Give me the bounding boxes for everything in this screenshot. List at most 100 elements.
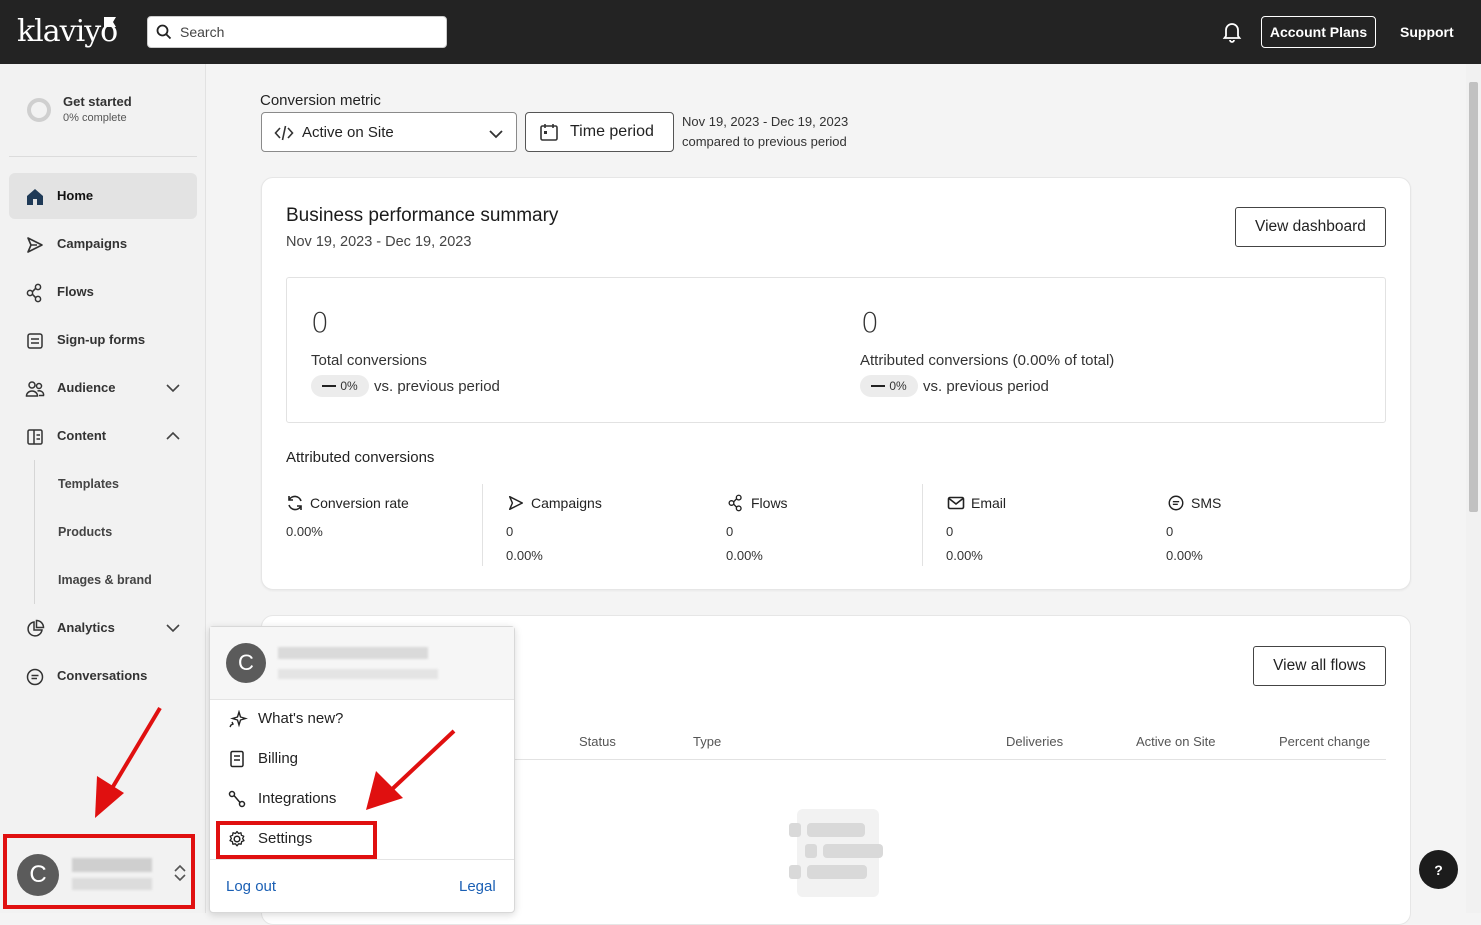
sms-percent: 0.00% [1166,548,1203,563]
account-switcher[interactable]: C [3,834,195,909]
chevron-up-icon [166,431,180,440]
sidebar-item-label: Content [57,428,107,443]
flows-icon [728,494,742,512]
change-badge: 0% [311,375,369,397]
sidebar-item-label: Analytics [57,620,115,635]
total-conversions-value: 0 [311,306,329,339]
comparison-text: vs. previous period [374,378,500,395]
redacted-user-email [278,669,438,679]
flows-percent: 0.00% [726,548,763,563]
sidebar-item-label: Sign-up forms [57,332,146,347]
support-link[interactable]: Support [1400,24,1454,40]
klaviyo-logo[interactable]: klaviyo [17,14,118,49]
menu-item-integrations[interactable]: Integrations [226,781,506,817]
sms-icon [1168,495,1184,511]
log-out-link[interactable]: Log out [226,878,276,895]
sidebar-item-label: Flows [57,284,94,299]
attributed-conversions-title: Attributed conversions [286,449,435,466]
sparkle-icon [229,710,248,728]
comparison-note: compared to previous period [682,134,847,149]
redacted-account-email [72,878,152,890]
sidebar-item-conversations[interactable]: Conversations [9,653,197,699]
email-icon [947,496,965,510]
view-all-flows-button[interactable]: View all flows [1253,646,1386,686]
empty-table-illustration-icon [789,809,883,897]
menu-item-billing[interactable]: Billing [226,741,506,777]
attributed-conversions-label: Attributed conversions (0.00% of total) [860,352,1115,369]
sms-count: 0 [1166,524,1174,539]
conversion-metric-select[interactable]: Active on Site [261,112,517,152]
column-header-type[interactable]: Type [693,734,721,749]
notifications-bell-icon[interactable] [1222,21,1242,43]
flat-dash-icon [322,385,337,387]
redacted-user-name [278,647,428,659]
sidebar-item-analytics[interactable]: Analytics [9,605,197,651]
email-count: 0 [946,524,954,539]
table-header-divider [512,759,1386,760]
submenu-guide-line [34,460,35,604]
chevron-down-icon [166,384,180,393]
chevron-updown-icon [174,864,186,882]
sidebar-subitem-templates[interactable]: Templates [58,477,119,491]
sidebar-subitem-images-brand[interactable]: Images & brand [58,573,152,587]
column-header-active-on-site[interactable]: Active on Site [1136,734,1216,749]
time-period-button[interactable]: Time period [525,112,674,152]
column-header-deliveries[interactable]: Deliveries [1006,734,1063,749]
home-icon [27,189,43,205]
total-conversions-label: Total conversions [311,352,427,369]
audience-icon [25,381,45,397]
campaigns-count: 0 [506,524,514,539]
send-icon [27,237,43,253]
sidebar-item-campaigns[interactable]: Campaigns [9,221,197,267]
card-title: Business performance summary [286,205,559,226]
sidebar-item-home[interactable]: Home [9,173,197,219]
account-menu: C What's new? Billing Integrations Setti… [209,626,515,913]
sidebar: Get started 0% complete Home Campaigns F… [0,64,206,913]
search-box[interactable] [147,16,447,48]
get-started-link[interactable]: Get started [63,94,132,109]
metric-divider [922,484,923,566]
analytics-icon [27,619,45,637]
billing-icon [230,750,244,768]
sidebar-item-label: Home [57,188,94,203]
sidebar-item-signup-forms[interactable]: Sign-up forms [9,317,197,363]
menu-item-whats-new[interactable]: What's new? [226,701,506,737]
sidebar-subitem-products[interactable]: Products [58,525,112,539]
code-icon [274,125,294,141]
account-menu-header: C [210,627,514,700]
search-input[interactable] [180,17,440,47]
date-range: Nov 19, 2023 - Dec 19, 2023 [682,114,849,129]
legal-link[interactable]: Legal [459,878,496,895]
chevron-down-icon [166,624,180,633]
conversion-rate-value: 0.00% [286,524,323,539]
change-badge: 0% [860,375,918,397]
content-icon [27,429,43,445]
scrollbar-thumb[interactable] [1469,82,1478,512]
sidebar-item-label: Campaigns [57,236,128,251]
form-icon [27,333,43,349]
selected-metric: Active on Site [302,124,394,141]
view-dashboard-button[interactable]: View dashboard [1235,207,1386,247]
comparison-text: vs. previous period [923,378,1049,395]
sidebar-item-audience[interactable]: Audience [9,365,197,411]
conversion-stats: 0 Total conversions 0% vs. previous peri… [286,277,1386,423]
campaigns-percent: 0.00% [506,548,543,563]
account-plans-button[interactable]: Account Plans [1261,16,1376,48]
conversion-metric-label: Conversion metric [260,92,381,109]
sidebar-item-content[interactable]: Content [9,413,197,459]
sidebar-divider [9,156,197,157]
top-bar: klaviyo Account Plans Support [0,0,1481,64]
redacted-account-name [72,858,152,872]
page-scrollbar[interactable] [1466,64,1481,913]
metric-divider [482,484,483,566]
chevron-down-icon [489,130,503,139]
sidebar-item-label: Conversations [57,668,148,683]
help-button[interactable]: ? [1419,850,1458,889]
sidebar-item-flows[interactable]: Flows [9,269,197,315]
column-header-status[interactable]: Status [579,734,616,749]
flat-dash-icon [871,385,886,387]
menu-divider [210,859,514,860]
send-icon [508,495,524,511]
column-header-percent-change[interactable]: Percent change [1279,734,1370,749]
attributed-conversions-value: 0 [861,306,879,339]
